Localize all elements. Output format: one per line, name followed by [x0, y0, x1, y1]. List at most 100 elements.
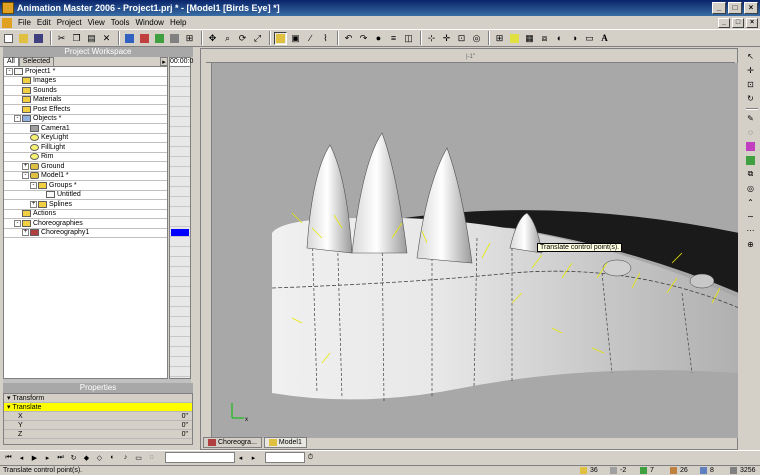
collapse-icon[interactable]: -: [14, 219, 21, 227]
snap-icon[interactable]: [508, 32, 521, 45]
document-icon[interactable]: [2, 17, 12, 28]
loop-icon[interactable]: ↻: [68, 452, 79, 463]
menu-file[interactable]: File: [15, 18, 34, 27]
tabs-scroll-arrow-icon[interactable]: ▸: [160, 57, 168, 66]
keyframe-icon[interactable]: ◆: [81, 452, 92, 463]
smooth-icon[interactable]: ∼: [745, 210, 757, 222]
spike-2[interactable]: [351, 132, 408, 254]
fps-input[interactable]: [265, 452, 305, 463]
collapse-icon[interactable]: -: [6, 67, 13, 75]
doc-close-button[interactable]: ×: [746, 17, 758, 28]
ruler-icon[interactable]: ▦: [523, 32, 536, 45]
tree-item[interactable]: Sounds: [4, 86, 167, 96]
bone-icon[interactable]: ∕: [304, 32, 317, 45]
lathe-icon[interactable]: ◫: [402, 32, 415, 45]
render-to-file-icon[interactable]: [138, 32, 151, 45]
add-mode-icon[interactable]: ✎: [745, 112, 757, 124]
timeline-track[interactable]: [170, 67, 190, 378]
open-icon[interactable]: [17, 32, 30, 45]
zoom-fit-icon[interactable]: ⤢: [251, 32, 264, 45]
last-frame-icon[interactable]: ⏭: [55, 452, 66, 463]
expand-icon[interactable]: +: [30, 200, 37, 208]
step-back-icon[interactable]: ◂: [235, 452, 246, 463]
spike-3[interactable]: [416, 147, 473, 264]
property-row[interactable]: ▾ Translate: [4, 403, 192, 412]
mirror-icon[interactable]: ⧈: [538, 32, 551, 45]
maximize-button[interactable]: □: [728, 2, 742, 14]
play-icon[interactable]: ▶: [29, 452, 40, 463]
menu-view[interactable]: View: [85, 18, 108, 27]
cut-icon[interactable]: ✂: [55, 32, 68, 45]
key-options-icon[interactable]: ◇: [94, 452, 105, 463]
lasso-icon[interactable]: ◌: [745, 126, 757, 138]
property-value[interactable]: 0": [132, 413, 192, 420]
frame-icon[interactable]: ▭: [583, 32, 596, 45]
lock-icon[interactable]: [274, 31, 287, 45]
redo-icon[interactable]: ↷: [357, 32, 370, 45]
break-icon[interactable]: ⋯: [745, 224, 757, 236]
menu-project[interactable]: Project: [54, 18, 85, 27]
ghost-icon[interactable]: ◌: [146, 452, 157, 463]
select-arrow-icon[interactable]: ↖: [745, 50, 757, 62]
menu-help[interactable]: Help: [167, 18, 189, 27]
tree-item[interactable]: Untitled: [4, 191, 167, 200]
tree-item[interactable]: - Model1 *: [4, 172, 167, 181]
tree-item[interactable]: - Choreographies: [4, 219, 167, 229]
modeling-viewport[interactable]: x Translate control point(s).: [211, 63, 738, 438]
tree-item[interactable]: - Objects *: [4, 115, 167, 124]
collapse-icon[interactable]: -: [30, 181, 37, 189]
skeletal-icon[interactable]: ≡: [387, 32, 400, 45]
property-row[interactable]: Y 0": [4, 421, 192, 430]
delete-icon[interactable]: ✕: [100, 32, 113, 45]
bone-mode-icon[interactable]: [745, 140, 757, 152]
translate-icon[interactable]: ✛: [745, 64, 757, 76]
tree-item[interactable]: Camera1: [4, 124, 167, 134]
viewport-scene[interactable]: x: [212, 63, 738, 438]
undo-icon[interactable]: ↶: [342, 32, 355, 45]
shortcut-icon[interactable]: ◑: [568, 32, 581, 45]
onion-skin-icon[interactable]: ◐: [107, 452, 118, 463]
first-frame-icon[interactable]: ⏮: [3, 452, 14, 463]
attach-icon[interactable]: ⊕: [745, 238, 757, 250]
lathe-tool-icon[interactable]: ◎: [745, 182, 757, 194]
tab-all[interactable]: All: [3, 57, 19, 66]
tree-item[interactable]: Actions: [4, 210, 167, 219]
collapse-icon[interactable]: -: [14, 115, 21, 123]
expand-icon[interactable]: +: [22, 162, 29, 170]
normals-icon[interactable]: ◐: [553, 32, 566, 45]
shaded-icon[interactable]: [168, 32, 181, 45]
scale-icon[interactable]: ⊡: [745, 78, 757, 90]
minimize-button[interactable]: _: [712, 2, 726, 14]
timeline-key-marker[interactable]: [171, 229, 189, 236]
wireframe-icon[interactable]: ⊞: [183, 32, 196, 45]
close-button[interactable]: ×: [744, 2, 758, 14]
tab-choreography[interactable]: Choreogra...: [203, 437, 262, 448]
tree-item[interactable]: - Project1 *: [4, 67, 167, 77]
step-forward-icon[interactable]: ▸: [248, 452, 259, 463]
tab-model1[interactable]: Model1: [263, 437, 307, 448]
property-row[interactable]: ▾ Transform: [4, 394, 192, 403]
spike-1[interactable]: [306, 144, 353, 254]
property-row[interactable]: Z 0": [4, 430, 192, 439]
tree-item[interactable]: FillLight: [4, 143, 167, 153]
grid-icon[interactable]: ⊞: [493, 32, 506, 45]
extrude-icon[interactable]: ⧉: [745, 168, 757, 180]
sound-icon[interactable]: ♪: [120, 452, 131, 463]
tree-item[interactable]: - Groups *: [4, 181, 167, 191]
peak-icon[interactable]: ⌃: [745, 196, 757, 208]
tree-item[interactable]: Materials: [4, 96, 167, 105]
menu-window[interactable]: Window: [132, 18, 166, 27]
collapse-icon[interactable]: -: [22, 172, 29, 180]
frame-input[interactable]: [165, 452, 235, 463]
tree-item[interactable]: KeyLight: [4, 134, 167, 143]
paste-icon[interactable]: ▤: [85, 32, 98, 45]
copy-icon[interactable]: ❐: [70, 32, 83, 45]
tree-item[interactable]: + Ground: [4, 162, 167, 172]
zoom-icon[interactable]: ⌕: [221, 32, 234, 45]
collapse-icon[interactable]: ▾: [7, 394, 11, 402]
property-value[interactable]: 0": [132, 431, 192, 438]
preview-icon[interactable]: [153, 32, 166, 45]
pan-icon[interactable]: ✥: [206, 32, 219, 45]
save-icon[interactable]: [32, 32, 45, 45]
tree-item[interactable]: Post Effects: [4, 105, 167, 115]
